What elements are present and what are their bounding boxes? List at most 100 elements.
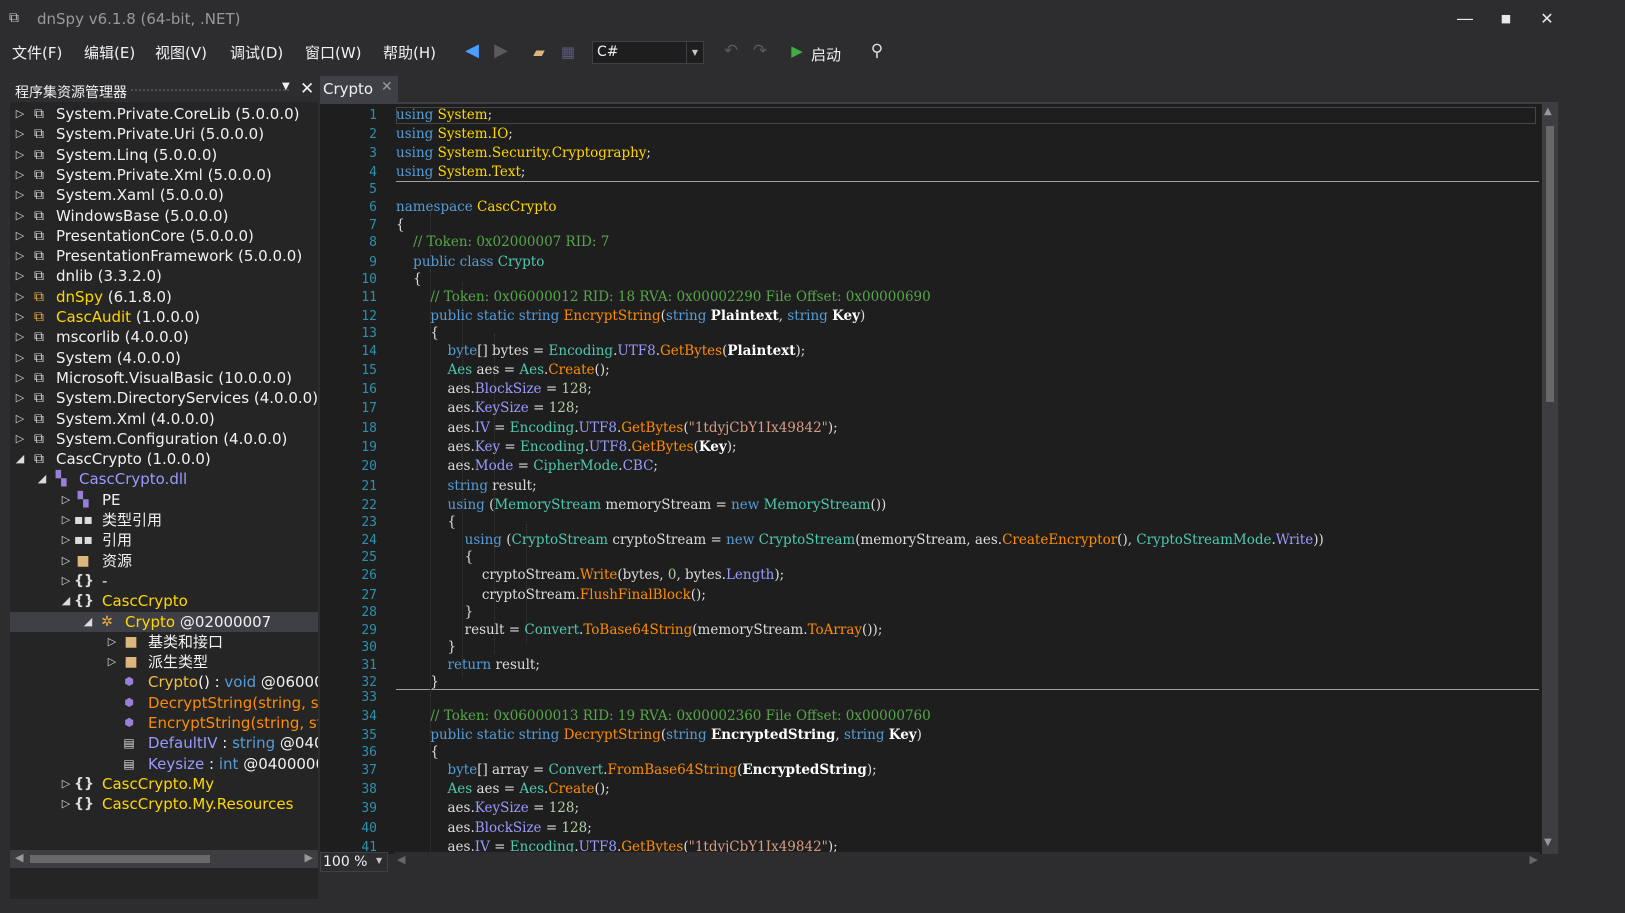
line-number: 27 — [361, 588, 377, 603]
assembly-icon: ⧉ — [34, 329, 44, 346]
folder-icon: ■ — [124, 654, 138, 671]
tree-item-method[interactable]: ⬢ DecryptString(string, st — [10, 693, 318, 714]
scroll-left-icon[interactable]: ◀ — [397, 853, 405, 866]
scrollbar-thumb[interactable] — [1546, 126, 1554, 402]
search-icon[interactable]: ⚲ — [865, 40, 889, 62]
tree-item-class-selected[interactable]: ◢ ✲ Crypto @02000007 — [10, 611, 318, 633]
line-number: 28 — [361, 605, 377, 620]
back-icon[interactable]: ◀ — [460, 40, 484, 62]
code-line: // Token: 0x06000012 RID: 18 RVA: 0x0000… — [430, 289, 931, 305]
tree-item-assembly[interactable]: ▷ ⧉ WindowsBase (5.0.0.0) — [10, 206, 318, 227]
tree-item-field[interactable]: ▤DefaultIV : string @040 — [10, 733, 318, 754]
tree-item-assembly[interactable]: ▷ ⧉ System.DirectoryServices (4.0.0.0) — [10, 388, 318, 409]
tree-item-assembly[interactable]: ▷ ⧉ System.Private.CoreLib (5.0.0.0) — [10, 104, 318, 125]
assembly-icon: ⧉ — [34, 187, 44, 204]
scroll-right-icon[interactable]: ▶ — [1530, 853, 1538, 866]
line-number: 23 — [361, 515, 377, 530]
undo-icon[interactable]: ↶ — [719, 40, 743, 62]
tab-crypto[interactable]: Crypto ✕ — [320, 76, 398, 102]
line-number: 36 — [361, 745, 377, 760]
tree-item-refs[interactable]: ▷ ▪▪ 引用 — [10, 530, 318, 551]
scroll-up-icon[interactable]: ▲ — [1544, 106, 1552, 117]
assembly-icon: ⧉ — [34, 126, 44, 143]
tree-item-namespace[interactable]: ▷{} CascCrypto.My.Resources — [10, 794, 318, 815]
code-line: string result; — [447, 478, 537, 494]
tree-item-derived-types[interactable]: ▷ ■ 派生类型 — [10, 652, 318, 673]
tree-item-field[interactable]: ▤ Keysize : int @0400000 — [10, 754, 318, 775]
tree-item-module[interactable]: ◢ ▚ CascCrypto.dll — [10, 469, 318, 490]
maximize-button[interactable]: ■ — [1487, 6, 1525, 32]
tree-item-assembly[interactable]: ▷ ⧉ System.Configuration (4.0.0.0) — [10, 429, 318, 450]
editor-vertical-scrollbar[interactable]: ▲ ▼ — [1542, 104, 1558, 854]
assembly-icon: ⧉ — [34, 390, 44, 407]
assembly-exe-icon: ⧉ — [34, 309, 44, 325]
tree-item-assembly[interactable]: ▷ ⧉ System.Xml (4.0.0.0) — [10, 409, 318, 430]
menu-view[interactable]: 视图(V) — [155, 42, 207, 63]
tree-item-namespace[interactable]: ▷{} CascCrypto.My — [10, 774, 318, 795]
tree-item-assembly[interactable]: ▷ ⧉ dnlib (3.3.2.0) — [10, 266, 318, 287]
tree-item-assembly[interactable]: ▷ ⧉ PresentationCore (5.0.0.0) — [10, 226, 318, 247]
close-button[interactable]: ✕ — [1528, 6, 1566, 32]
tree-horizontal-scrollbar[interactable]: ◀ ▶ — [10, 850, 318, 868]
scrollbar-thumb[interactable] — [30, 855, 210, 863]
code-line: aes.Key = Encoding.UTF8.GetBytes(Key); — [396, 439, 737, 455]
tree-item-namespace[interactable]: ◢{} CascCrypto — [10, 591, 318, 612]
menu-debug[interactable]: 调试(D) — [230, 42, 283, 63]
zoom-select[interactable]: 100 % ▼ — [320, 852, 388, 872]
menu-window[interactable]: 窗口(W) — [305, 42, 362, 63]
tree-item-assembly[interactable]: ▷ ⧉ PresentationFramework (5.0.0.0) — [10, 246, 318, 267]
tree-item-namespace-empty[interactable]: ▷{} - — [10, 571, 318, 592]
play-icon[interactable]: ▶ — [785, 40, 809, 62]
assembly-icon: ⧉ — [34, 227, 44, 244]
tree-item-assembly[interactable]: ▷ ⧉ System (4.0.0.0) — [10, 348, 318, 369]
tree-item-assembly[interactable]: ▷ ⧉ mscorlib (4.0.0.0) — [10, 327, 318, 348]
tree-item-assembly[interactable]: ▷ ⧉ Microsoft.VisualBasic (10.0.0.0) — [10, 368, 318, 389]
minimize-button[interactable]: ― — [1446, 6, 1484, 32]
code-text[interactable]: using System; using System.IO; using Sys… — [396, 104, 1536, 854]
tree-item-assembly[interactable]: ▷ ⧉ System.Private.Xml (5.0.0.0) — [10, 165, 318, 186]
code-line: } — [396, 604, 474, 620]
scroll-down-icon[interactable]: ▼ — [1544, 837, 1552, 848]
assembly-list-icon[interactable]: ▦ — [556, 41, 580, 63]
line-number: 13 — [361, 326, 377, 341]
tree-item-assembly[interactable]: ▷ ⧉ System.Linq (5.0.0.0) — [10, 145, 318, 166]
menu-file[interactable]: 文件(F) — [12, 42, 62, 63]
tab-close-icon[interactable]: ✕ — [381, 79, 393, 95]
window-title: dnSpy v6.1.8 (64-bit, .NET) — [37, 10, 241, 28]
tree-item-method[interactable]: ⬢ Crypto() : void @06000 — [10, 672, 318, 693]
line-number: 16 — [361, 382, 377, 397]
scroll-right-icon[interactable]: ▶ — [305, 851, 313, 864]
tree-item-assembly[interactable]: ▷ ⧉ CascAudit (1.0.0.0) — [10, 307, 318, 328]
tree-item-assembly[interactable]: ▷ ⧉ System.Private.Uri (5.0.0.0) — [10, 124, 318, 145]
assembly-icon: ⧉ — [34, 451, 44, 468]
tree-item-resources[interactable]: ▷ ■ 资源 — [10, 551, 318, 572]
line-number: 8 — [369, 235, 377, 250]
tree-item-base-types[interactable]: ▷ ■ 基类和接口 — [10, 632, 318, 653]
tree-item-pe[interactable]: ▷ ▚ PE — [10, 490, 318, 511]
line-number: 30 — [361, 640, 377, 655]
assembly-tree[interactable]: ▷ ⧉ System.Private.CoreLib (5.0.0.0) ▷ ⧉ Sys… — [10, 104, 318, 864]
tree-item-assembly[interactable]: ▷ ⧉ System.Xaml (5.0.0.0) — [10, 185, 318, 206]
language-select[interactable]: C# ▼ — [592, 41, 704, 64]
code-editor[interactable]: 1 2 3 4 5 6 7 8 9 10 11 12 13 14 15 16 17 18 19 20 21 22 23 24 2… — [320, 102, 1558, 855]
line-number: 35 — [361, 728, 377, 743]
line-number: 40 — [361, 821, 377, 836]
tree-item-assembly-expanded[interactable]: ◢ ⧉ CascCrypto (1.0.0.0) — [10, 449, 318, 470]
panel-menu-icon[interactable]: ▼ — [282, 81, 290, 92]
zoom-value: 100 % — [323, 854, 368, 870]
forward-icon[interactable]: ▶ — [489, 40, 513, 62]
code-line: namespace CascCrypto — [396, 199, 557, 215]
tree-item-method[interactable]: ⬢ EncryptString(string, st — [10, 713, 318, 734]
editor-horizontal-scrollbar[interactable]: ◀ ▶ — [395, 852, 1540, 870]
code-line: } — [396, 674, 439, 690]
menu-help[interactable]: 帮助(H) — [383, 42, 436, 63]
scroll-left-icon[interactable]: ◀ — [15, 851, 23, 864]
open-folder-icon[interactable]: ▰ — [527, 41, 551, 63]
tree-item-assembly[interactable]: ▷ ⧉ dnSpy (6.1.8.0) — [10, 287, 318, 308]
menu-edit[interactable]: 编辑(E) — [84, 42, 135, 63]
run-button[interactable]: 启动 — [811, 44, 841, 65]
panel-close-icon[interactable]: ✕ — [300, 79, 314, 99]
redo-icon[interactable]: ↷ — [748, 40, 772, 62]
line-number: 2 — [369, 127, 377, 142]
tree-item-type-refs[interactable]: ▷ ▪▪ 类型引用 — [10, 510, 318, 531]
